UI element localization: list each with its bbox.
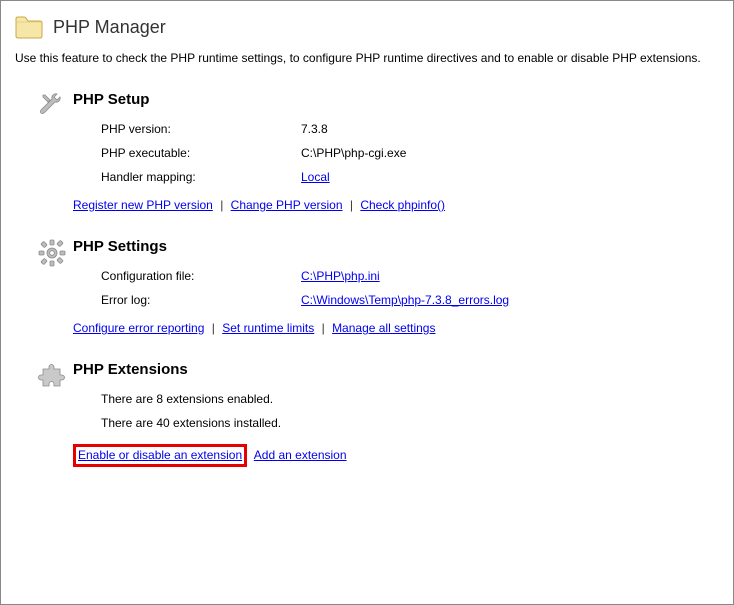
link-enable-disable-extension[interactable]: Enable or disable an extension [78, 448, 242, 462]
section-title-extensions: PHP Extensions [73, 361, 733, 378]
section-title-setup: PHP Setup [73, 91, 733, 108]
text-extensions-installed: There are 40 extensions installed. [73, 416, 733, 430]
link-manage-all-settings[interactable]: Manage all settings [332, 321, 435, 335]
link-set-runtime-limits[interactable]: Set runtime limits [222, 321, 314, 335]
row-error-log: Error log: C:\Windows\Temp\php-7.3.8_err… [73, 293, 733, 307]
separator: | [216, 198, 227, 212]
gear-icon [37, 236, 73, 345]
separator: | [346, 198, 357, 212]
value-php-executable: C:\PHP\php-cgi.exe [301, 146, 733, 160]
row-config-file: Configuration file: C:\PHP\php.ini [73, 269, 733, 283]
label-php-executable: PHP executable: [101, 146, 301, 160]
label-handler-mapping: Handler mapping: [101, 170, 301, 184]
value-php-version: 7.3.8 [301, 122, 733, 136]
link-handler-local[interactable]: Local [301, 170, 330, 184]
link-add-extension[interactable]: Add an extension [254, 448, 347, 462]
link-change-php[interactable]: Change PHP version [231, 198, 343, 212]
section-php-extensions: PHP Extensions There are 8 extensions en… [1, 351, 733, 477]
link-register-php[interactable]: Register new PHP version [73, 198, 213, 212]
label-php-version: PHP version: [101, 122, 301, 136]
link-check-phpinfo[interactable]: Check phpinfo() [360, 198, 445, 212]
page-description: Use this feature to check the PHP runtim… [1, 45, 733, 75]
label-error-log: Error log: [101, 293, 301, 307]
label-config-file: Configuration file: [101, 269, 301, 283]
row-php-version: PHP version: 7.3.8 [73, 122, 733, 136]
row-handler-mapping: Handler mapping: Local [73, 170, 733, 184]
row-php-executable: PHP executable: C:\PHP\php-cgi.exe [73, 146, 733, 160]
link-error-log[interactable]: C:\Windows\Temp\php-7.3.8_errors.log [301, 293, 509, 307]
highlight-enable-disable: Enable or disable an extension [73, 444, 247, 467]
folder-icon [15, 15, 43, 39]
page-title: PHP Manager [53, 17, 166, 38]
separator: | [208, 321, 219, 335]
text-extensions-enabled: There are 8 extensions enabled. [73, 392, 733, 406]
separator: | [318, 321, 329, 335]
wrench-icon [37, 89, 73, 222]
section-title-settings: PHP Settings [73, 238, 733, 255]
puzzle-icon [37, 359, 73, 477]
page-header: PHP Manager [1, 1, 733, 45]
section-php-settings: PHP Settings Configuration file: C:\PHP\… [1, 228, 733, 345]
section-php-setup: PHP Setup PHP version: 7.3.8 PHP executa… [1, 81, 733, 222]
link-config-file[interactable]: C:\PHP\php.ini [301, 269, 380, 283]
link-configure-error-reporting[interactable]: Configure error reporting [73, 321, 204, 335]
